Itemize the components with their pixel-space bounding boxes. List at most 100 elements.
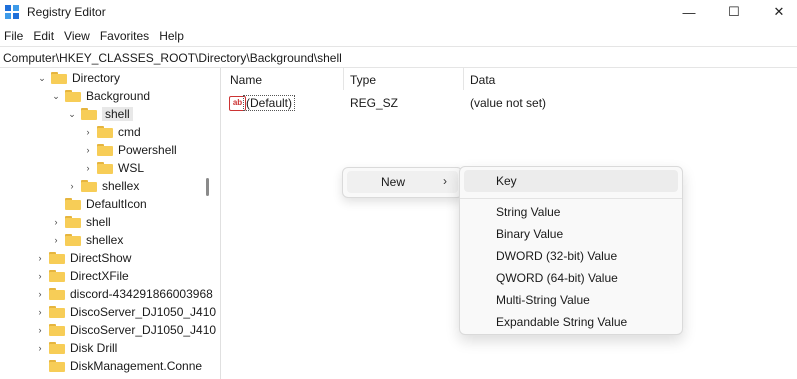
column-header-name[interactable]: Name: [230, 73, 262, 87]
folder-icon: [49, 288, 65, 300]
submenu-multi-string-value[interactable]: Multi-String Value: [464, 289, 678, 311]
tree-item-label: shellex: [86, 233, 124, 247]
tree-item-label: shell: [86, 215, 111, 229]
tree-item-discoserver-2[interactable]: › DiscoServer_DJ1050_J410: [34, 321, 217, 339]
address-path[interactable]: Computer\HKEY_CLASSES_ROOT\Directory\Bac…: [3, 51, 342, 65]
tree-item-label: DiscoServer_DJ1050_J410: [70, 323, 216, 337]
folder-icon: [81, 180, 97, 192]
column-header-type[interactable]: Type: [350, 73, 376, 87]
chevron-right-icon[interactable]: ›: [34, 285, 46, 303]
tree-scrollbar-thumb[interactable]: [206, 178, 209, 196]
context-menu: New ›: [342, 167, 463, 198]
menu-help[interactable]: Help: [155, 26, 190, 44]
tree-item-label: Powershell: [118, 143, 177, 157]
menu-file[interactable]: File: [0, 26, 29, 44]
tree-item-label: DirectShow: [70, 251, 132, 265]
submenu-item-label: Key: [496, 174, 517, 188]
submenu-item-label: Multi-String Value: [496, 293, 590, 307]
folder-icon: [65, 234, 81, 246]
tree-item-shell-selected[interactable]: ⌄ shell: [66, 105, 133, 123]
registry-editor-app-icon: [5, 5, 19, 19]
chevron-right-icon[interactable]: ›: [82, 159, 94, 177]
tree-item-background[interactable]: ⌄ Background: [50, 87, 150, 105]
folder-icon: [49, 306, 65, 318]
chevron-right-icon[interactable]: ›: [34, 249, 46, 267]
chevron-right-icon[interactable]: ›: [50, 231, 62, 249]
chevron-right-icon[interactable]: ›: [34, 303, 46, 321]
tree-item-label: Background: [86, 89, 151, 103]
folder-icon: [65, 198, 81, 210]
folder-icon: [49, 360, 65, 372]
submenu-item-label: QWORD (64-bit) Value: [496, 271, 618, 285]
tree-item-powershell[interactable]: › Powershell: [82, 141, 177, 159]
title-bar: Registry Editor — ☐ ✕: [0, 0, 797, 24]
new-submenu: Key String Value Binary Value DWORD (32-…: [459, 166, 683, 335]
chevron-right-icon[interactable]: ›: [82, 141, 94, 159]
value-name-default[interactable]: (Default): [243, 95, 296, 111]
folder-icon: [65, 216, 81, 228]
chevron-right-icon[interactable]: ›: [34, 321, 46, 339]
registry-tree: ⌄ Directory ⌄ Background ⌄ shell › cmd › Powe…: [0, 68, 216, 379]
submenu-dword-value[interactable]: DWORD (32-bit) Value: [464, 245, 678, 267]
tree-item-disk-drill[interactable]: › Disk Drill: [34, 339, 118, 357]
tree-item-shellex[interactable]: › shellex: [50, 231, 124, 249]
submenu-item-label: DWORD (32-bit) Value: [496, 249, 618, 263]
chevron-right-icon: ›: [443, 174, 447, 188]
address-bar[interactable]: Computer\HKEY_CLASSES_ROOT\Directory\Bac…: [0, 46, 797, 68]
submenu-binary-value[interactable]: Binary Value: [464, 223, 678, 245]
chevron-down-icon[interactable]: ⌄: [50, 87, 62, 105]
tree-item-wsl[interactable]: › WSL: [82, 159, 145, 177]
tree-item-label: discord-434291866003968: [70, 287, 213, 301]
tree-item-cmd[interactable]: › cmd: [82, 123, 141, 141]
tree-item-label: Disk Drill: [70, 341, 118, 355]
tree-item-label: DiskManagement.Conne: [70, 359, 203, 373]
folder-icon: [97, 126, 113, 138]
submenu-item-label: String Value: [496, 205, 561, 219]
chevron-right-icon[interactable]: ›: [66, 177, 78, 195]
minimize-button[interactable]: —: [674, 3, 704, 21]
tree-item-label: shell: [102, 107, 133, 121]
pane-splitter[interactable]: [220, 68, 221, 379]
folder-icon: [49, 252, 65, 264]
chevron-right-icon[interactable]: ›: [82, 123, 94, 141]
tree-item-shellex[interactable]: › shellex: [66, 177, 140, 195]
folder-icon: [49, 324, 65, 336]
submenu-string-value[interactable]: String Value: [464, 201, 678, 223]
submenu-qword-value[interactable]: QWORD (64-bit) Value: [464, 267, 678, 289]
chevron-right-icon[interactable]: ›: [50, 213, 62, 231]
tree-item-label: Directory: [72, 71, 121, 85]
tree-item-shell[interactable]: › shell: [50, 213, 111, 231]
submenu-expandable-string-value[interactable]: Expandable String Value: [464, 311, 678, 333]
column-divider[interactable]: [343, 68, 344, 90]
tree-item-diskmanagement[interactable]: DiskManagement.Conne: [34, 357, 202, 375]
menu-edit[interactable]: Edit: [29, 26, 60, 44]
tree-item-directshow[interactable]: › DirectShow: [34, 249, 132, 267]
submenu-divider: [460, 198, 682, 199]
folder-icon: [65, 90, 81, 102]
menu-favorites[interactable]: Favorites: [96, 26, 155, 44]
tree-item-directory[interactable]: ⌄ Directory: [36, 69, 120, 87]
maximize-button[interactable]: ☐: [719, 3, 749, 21]
chevron-down-icon[interactable]: ⌄: [36, 69, 48, 87]
folder-icon: [49, 270, 65, 282]
close-button[interactable]: ✕: [764, 3, 794, 21]
column-divider[interactable]: [463, 68, 464, 90]
tree-item-directxfile[interactable]: › DirectXFile: [34, 267, 129, 285]
tree-item-discord[interactable]: › discord-434291866003968: [34, 285, 213, 303]
folder-icon: [81, 108, 97, 120]
context-menu-new[interactable]: New ›: [347, 171, 458, 193]
tree-item-defaulticon[interactable]: DefaultIcon: [50, 195, 147, 213]
column-header-data[interactable]: Data: [470, 73, 495, 87]
folder-icon: [97, 144, 113, 156]
chevron-down-icon[interactable]: ⌄: [66, 105, 78, 123]
tree-item-label: DefaultIcon: [86, 197, 147, 211]
context-menu-new-label: New: [381, 175, 406, 189]
submenu-key[interactable]: Key: [464, 170, 678, 192]
tree-item-discoserver-1[interactable]: › DiscoServer_DJ1050_J410: [34, 303, 217, 321]
folder-icon: [49, 342, 65, 354]
chevron-right-icon[interactable]: ›: [34, 339, 46, 357]
menu-view[interactable]: View: [60, 26, 96, 44]
chevron-right-icon[interactable]: ›: [34, 267, 46, 285]
